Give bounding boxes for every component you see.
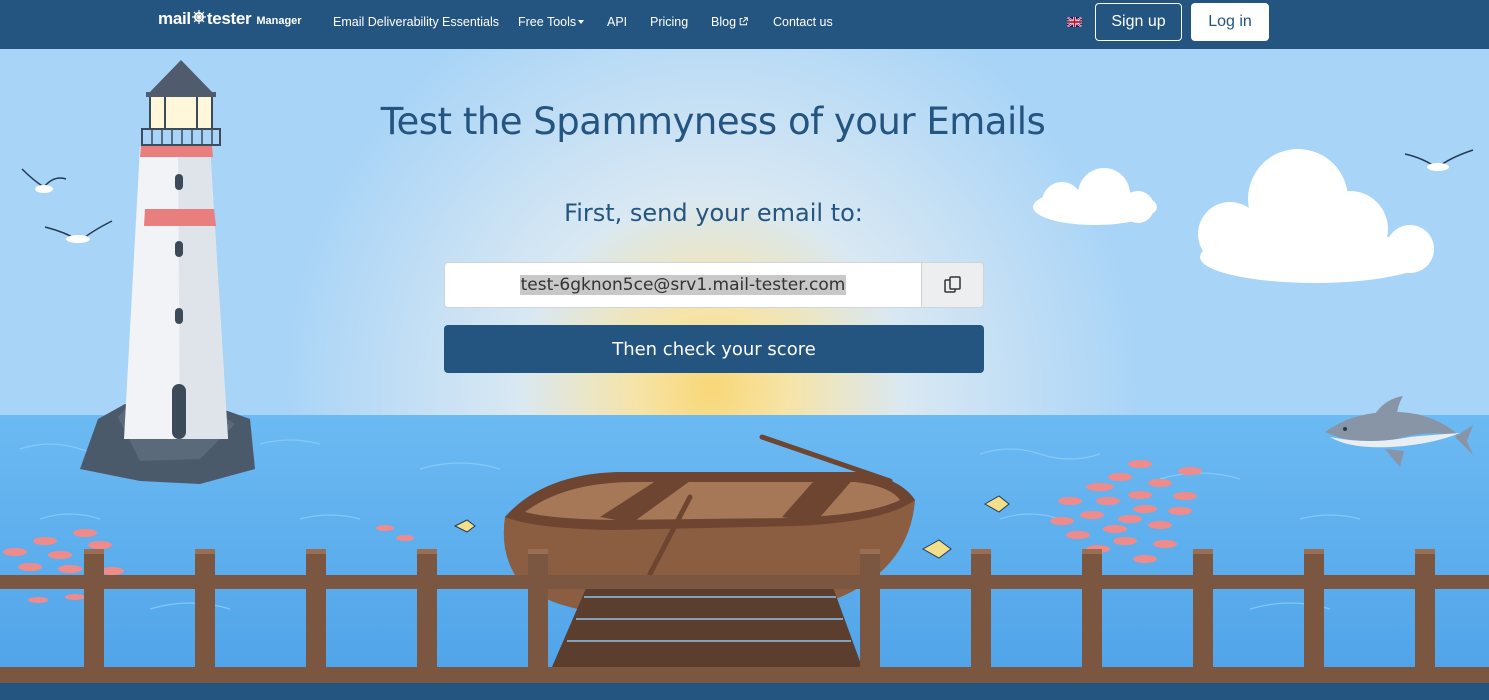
hero-title: Test the Spammyness of your Emails	[380, 100, 1046, 143]
nav-email-deliverability-label: Email Deliverability Essentials	[333, 15, 500, 29]
uk-flag-icon[interactable]	[1067, 17, 1082, 27]
hero-subtitle: First, send your email to:	[564, 199, 863, 227]
test-email-address-field[interactable]: test-6gknon5ce@srv1.mail-tester.com	[444, 262, 922, 308]
brand-logo[interactable]: mail tester Manager	[158, 9, 302, 29]
ship-wheel-icon	[191, 10, 206, 24]
nav-blog-label: Blog	[711, 15, 737, 29]
nav-api-label: API	[607, 15, 628, 29]
copy-email-button[interactable]	[921, 262, 984, 308]
logo-text-left: mail	[158, 9, 191, 28]
nav-pricing-label: Pricing	[650, 15, 689, 29]
log-in-button[interactable]: Log in	[1191, 3, 1269, 41]
test-email-address[interactable]: test-6gknon5ce@srv1.mail-tester.com	[519, 275, 847, 295]
copy-icon	[943, 276, 961, 293]
logo-text-right: tester	[206, 9, 252, 28]
nav-blog[interactable]: Blog	[711, 15, 748, 29]
check-score-button[interactable]: Then check your score	[444, 325, 984, 373]
nav-free-tools[interactable]: Free Tools	[518, 15, 585, 29]
external-link-icon	[739, 17, 748, 26]
nav-free-tools-label: Free Tools	[518, 15, 577, 29]
caret-down-icon	[578, 20, 585, 24]
nav-contact-us[interactable]: Contact us	[773, 15, 833, 29]
nav-email-deliverability[interactable]: Email Deliverability Essentials	[333, 15, 499, 29]
nav-pricing[interactable]: Pricing	[650, 15, 688, 29]
nav-contact-us-label: Contact us	[773, 15, 833, 29]
nav-api[interactable]: API	[607, 15, 627, 29]
top-navbar: mail tester Manager Email Deliverability…	[0, 0, 1489, 49]
logo-suffix: Manager	[256, 15, 302, 27]
footer-strip	[0, 683, 1489, 700]
sign-up-button[interactable]: Sign up	[1095, 3, 1182, 41]
